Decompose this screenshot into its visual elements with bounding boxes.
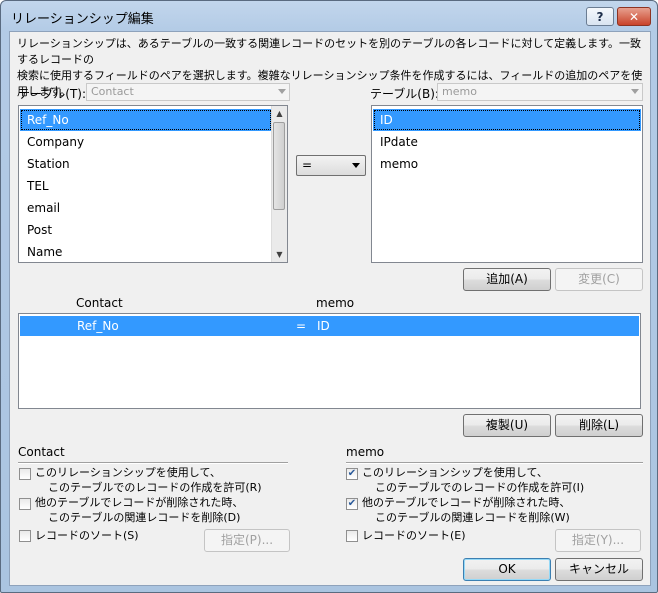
left-allow-create-line2: このテーブルでのレコードの作成を許可(R) xyxy=(48,481,262,494)
scroll-thumb[interactable] xyxy=(273,122,285,210)
right-field-list[interactable]: ID IPdate memo xyxy=(371,105,643,263)
duplicate-button[interactable]: 複製(U) xyxy=(463,414,551,437)
left-field-list[interactable]: Ref_No Company Station TEL email Post Name ▲ ▼ xyxy=(18,105,288,263)
left-allow-create-label[interactable]: このリレーションシップを使用して、このテーブルでのレコードの作成を許可(R) xyxy=(35,465,262,495)
pairs-right-header: memo xyxy=(316,296,355,310)
operator-select[interactable]: = xyxy=(296,155,366,176)
left-table-select[interactable]: Contact xyxy=(86,83,290,101)
right-allow-create-line1: このリレーションシップを使用して、 xyxy=(362,466,548,479)
left-cascade-delete-checkbox[interactable] xyxy=(19,498,31,510)
chevron-down-icon xyxy=(631,89,639,94)
right-table-label: テーブル(B): xyxy=(370,87,439,101)
right-table-value: memo xyxy=(442,85,477,98)
window-title: リレーションシップ編集 xyxy=(11,12,154,27)
pair-left-field: Ref_No xyxy=(77,319,119,333)
divider xyxy=(18,462,288,464)
right-cascade-delete-checkbox[interactable]: ✔ xyxy=(346,498,358,510)
right-cascade-delete-line1: 他のテーブルでレコードが削除された時、 xyxy=(362,496,571,509)
scroll-up-icon[interactable]: ▲ xyxy=(272,106,287,121)
list-item[interactable]: email xyxy=(20,197,272,219)
left-allow-create-line1: このリレーションシップを使用して、 xyxy=(35,466,221,479)
change-button[interactable]: 変更(C) xyxy=(555,268,643,291)
left-sort-checkbox[interactable] xyxy=(19,530,31,542)
right-field-items: ID IPdate memo xyxy=(373,109,641,175)
description-line-1: リレーションシップは、あるテーブルの一致する関連レコードのセットを別のテーブルの… xyxy=(17,37,642,66)
right-allow-create-checkbox[interactable]: ✔ xyxy=(346,468,358,480)
right-table-select[interactable]: memo xyxy=(437,83,643,101)
close-button[interactable]: ✕ xyxy=(617,7,651,26)
relationship-pairs-list[interactable]: Ref_No = ID xyxy=(18,313,641,409)
list-item[interactable]: Company xyxy=(20,131,272,153)
right-allow-create-line2: このテーブルでのレコードの作成を許可(I) xyxy=(375,481,585,494)
table-row[interactable]: Ref_No = ID xyxy=(20,316,639,336)
dialog-window: リレーションシップ編集 ? ✕ リレーションシップは、あるテーブルの一致する関連… xyxy=(0,0,658,593)
divider xyxy=(346,462,643,464)
checkmark-icon: ✔ xyxy=(347,468,357,479)
right-allow-create-label[interactable]: このリレーションシップを使用して、このテーブルでのレコードの作成を許可(I) xyxy=(362,465,584,495)
right-cascade-delete-line2: このテーブルの関連レコードを削除(W) xyxy=(375,511,570,524)
right-options-heading: memo xyxy=(346,445,385,459)
list-item[interactable]: memo xyxy=(373,153,641,175)
left-sort-label[interactable]: レコードのソート(S) xyxy=(35,528,139,543)
right-specify-button[interactable]: 指定(Y)... xyxy=(555,529,641,552)
left-cascade-delete-line2: このテーブルの関連レコードを削除(D) xyxy=(48,511,241,524)
chevron-down-icon xyxy=(352,163,360,168)
list-item[interactable]: Ref_No xyxy=(20,109,272,131)
left-field-items: Ref_No Company Station TEL email Post Name xyxy=(20,109,272,262)
ok-button[interactable]: OK xyxy=(463,558,551,581)
dialog-body: リレーションシップは、あるテーブルの一致する関連レコードのセットを別のテーブルの… xyxy=(9,31,651,586)
chevron-down-icon xyxy=(278,89,286,94)
help-button[interactable]: ? xyxy=(586,7,614,26)
list-item[interactable]: Post xyxy=(20,219,272,241)
scroll-down-icon[interactable]: ▼ xyxy=(272,247,287,262)
pair-operator: = xyxy=(296,319,307,333)
right-cascade-delete-label[interactable]: 他のテーブルでレコードが削除された時、このテーブルの関連レコードを削除(W) xyxy=(362,495,570,525)
list-item[interactable]: IPdate xyxy=(373,131,641,153)
cancel-button[interactable]: キャンセル xyxy=(555,558,643,581)
add-button[interactable]: 追加(A) xyxy=(463,268,551,291)
left-specify-button[interactable]: 指定(P)... xyxy=(204,529,290,552)
right-sort-checkbox[interactable] xyxy=(346,530,358,542)
pairs-left-header: Contact xyxy=(76,296,123,310)
delete-button[interactable]: 削除(L) xyxy=(555,414,643,437)
left-cascade-delete-line1: 他のテーブルでレコードが削除された時、 xyxy=(35,496,244,509)
left-table-value: Contact xyxy=(91,85,134,98)
checkmark-icon: ✔ xyxy=(347,498,357,509)
list-item[interactable]: TEL xyxy=(20,175,272,197)
left-allow-create-checkbox[interactable] xyxy=(19,468,31,480)
left-field-scrollbar[interactable]: ▲ ▼ xyxy=(271,106,287,262)
title-bar[interactable]: リレーションシップ編集 ? ✕ xyxy=(1,1,657,31)
left-cascade-delete-label[interactable]: 他のテーブルでレコードが削除された時、このテーブルの関連レコードを削除(D) xyxy=(35,495,243,525)
list-item[interactable]: Name xyxy=(20,241,272,262)
left-table-label: テーブル(T): xyxy=(18,87,87,101)
operator-value: = xyxy=(302,158,313,172)
list-item[interactable]: ID xyxy=(373,109,641,131)
list-item[interactable]: Station xyxy=(20,153,272,175)
pair-right-field: ID xyxy=(317,319,330,333)
right-sort-label[interactable]: レコードのソート(E) xyxy=(362,528,466,543)
left-options-heading: Contact xyxy=(18,445,65,459)
